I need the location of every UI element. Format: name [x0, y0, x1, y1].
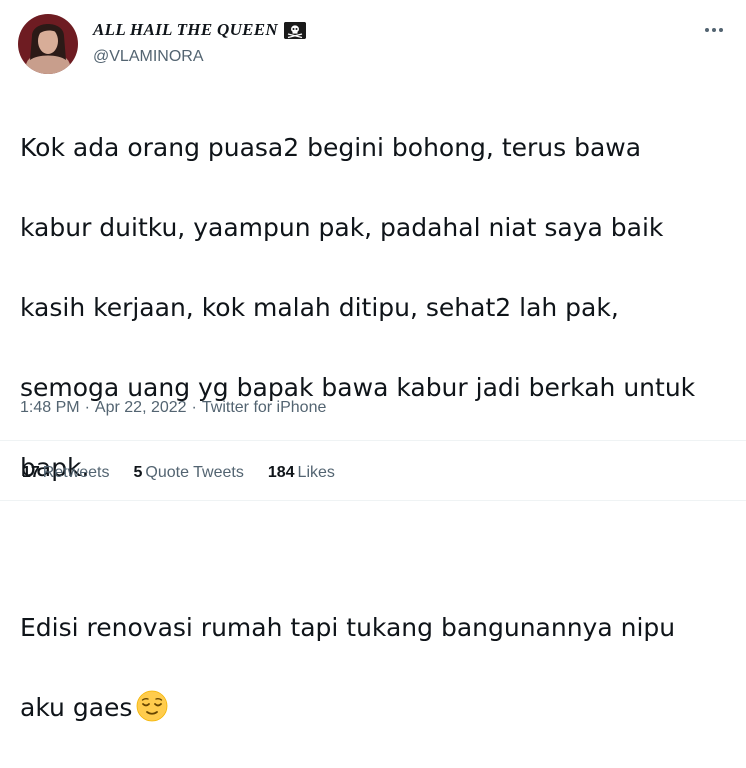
likes-label: Likes	[297, 464, 335, 481]
relieved-face-icon	[136, 690, 168, 722]
display-name-text: ALL HAIL THE QUEEN	[93, 20, 279, 39]
divider	[0, 500, 746, 501]
retweets-count: 17	[22, 464, 40, 481]
tweet-line-text: aku gaes	[20, 693, 133, 722]
more-options-button[interactable]	[700, 18, 728, 42]
tweet-line: kabur duitku, yaampun pak, padahal niat …	[20, 213, 664, 242]
tweet-source[interactable]: Twitter for iPhone	[202, 399, 327, 416]
skull-and-crossbones-icon	[284, 21, 307, 39]
user-handle[interactable]: @VLAMINORA	[93, 48, 203, 66]
retweets-stat[interactable]: 17 Retweets	[22, 464, 110, 482]
meta-separator: ·	[84, 399, 90, 416]
quote-tweets-label: Quote Tweets	[145, 464, 244, 481]
meta-separator: ·	[191, 399, 197, 416]
tweet-stats: 17 Retweets 5 Quote Tweets 184 Likes	[22, 464, 335, 482]
likes-count: 184	[267, 464, 295, 481]
tweet-line-last: aku gaes	[20, 688, 720, 728]
more-dots-icon	[705, 28, 723, 32]
tweet-text: Kok ada orang puasa2 begini bohong, teru…	[20, 88, 720, 768]
quote-tweets-count: 5	[133, 464, 143, 481]
divider	[0, 440, 746, 441]
retweets-label: Retweets	[42, 464, 110, 481]
quote-tweets-stat[interactable]: 5 Quote Tweets	[134, 464, 244, 482]
display-name[interactable]: ALL HAIL THE QUEEN	[93, 20, 307, 40]
avatar-image	[18, 14, 78, 74]
tweet-meta: 1:48 PM · Apr 22, 2022 · Twitter for iPhone	[20, 399, 326, 417]
tweet-line: Edisi renovasi rumah tapi tukang banguna…	[20, 613, 676, 642]
tweet-card: ALL HAIL THE QUEEN @VLAMINORA Kok ada or…	[0, 0, 746, 722]
tweet-line: Kok ada orang puasa2 begini bohong, teru…	[20, 133, 642, 162]
tweet-time[interactable]: 1:48 PM	[20, 399, 80, 416]
likes-stat[interactable]: 184 Likes	[268, 464, 335, 482]
tweet-date[interactable]: Apr 22, 2022	[95, 399, 187, 416]
avatar[interactable]	[18, 14, 78, 74]
tweet-line: kasih kerjaan, kok malah ditipu, sehat2 …	[20, 293, 619, 322]
